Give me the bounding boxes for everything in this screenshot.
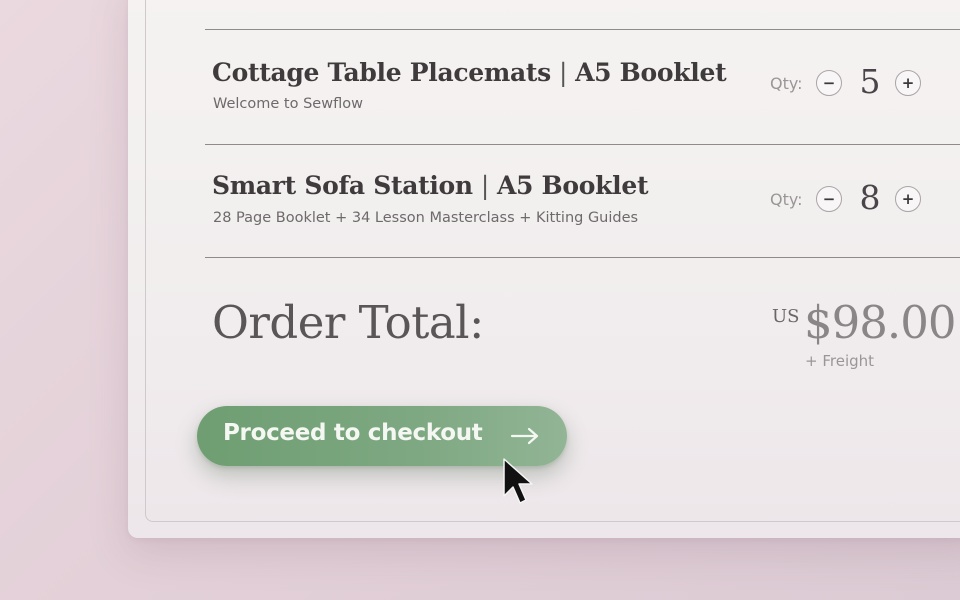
qty-value: 8 (859, 178, 881, 217)
checkout-button-label: Proceed to checkout (223, 420, 483, 446)
cart-item-title: Smart Sofa Station | A5 Booklet (212, 171, 648, 200)
item-name: Smart Sofa Station (212, 171, 473, 200)
cart-item-title: Cottage Table Placemats | A5 Booklet (212, 58, 727, 87)
cart-item-subtitle: 28 Page Booklet + 34 Lesson Masterclass … (213, 210, 639, 226)
item-name: Cottage Table Placemats (212, 58, 551, 87)
decrease-qty-button[interactable]: − (816, 186, 842, 212)
order-total-amount: $98.00 (804, 296, 956, 349)
qty-value: 5 (859, 62, 881, 101)
decrease-qty-button[interactable]: − (816, 70, 842, 96)
mouse-pointer-icon (503, 458, 533, 504)
currency-code: US (772, 306, 800, 327)
qty-label: Qty: (770, 74, 803, 93)
item-format: A5 Booklet (496, 171, 649, 200)
increase-qty-button[interactable]: + (895, 70, 921, 96)
arrow-right-icon (510, 427, 539, 445)
title-separator: | (558, 58, 568, 87)
title-separator: | (480, 171, 489, 200)
freight-note: + Freight (805, 352, 875, 370)
cart-item-subtitle: Welcome to Sewflow (213, 96, 363, 112)
item-format: A5 Booklet (575, 58, 727, 87)
divider (205, 257, 960, 258)
increase-qty-button[interactable]: + (895, 186, 921, 212)
divider (205, 144, 960, 145)
order-total-label: Order Total: (212, 296, 484, 349)
divider (205, 29, 960, 30)
qty-label: Qty: (770, 190, 803, 209)
